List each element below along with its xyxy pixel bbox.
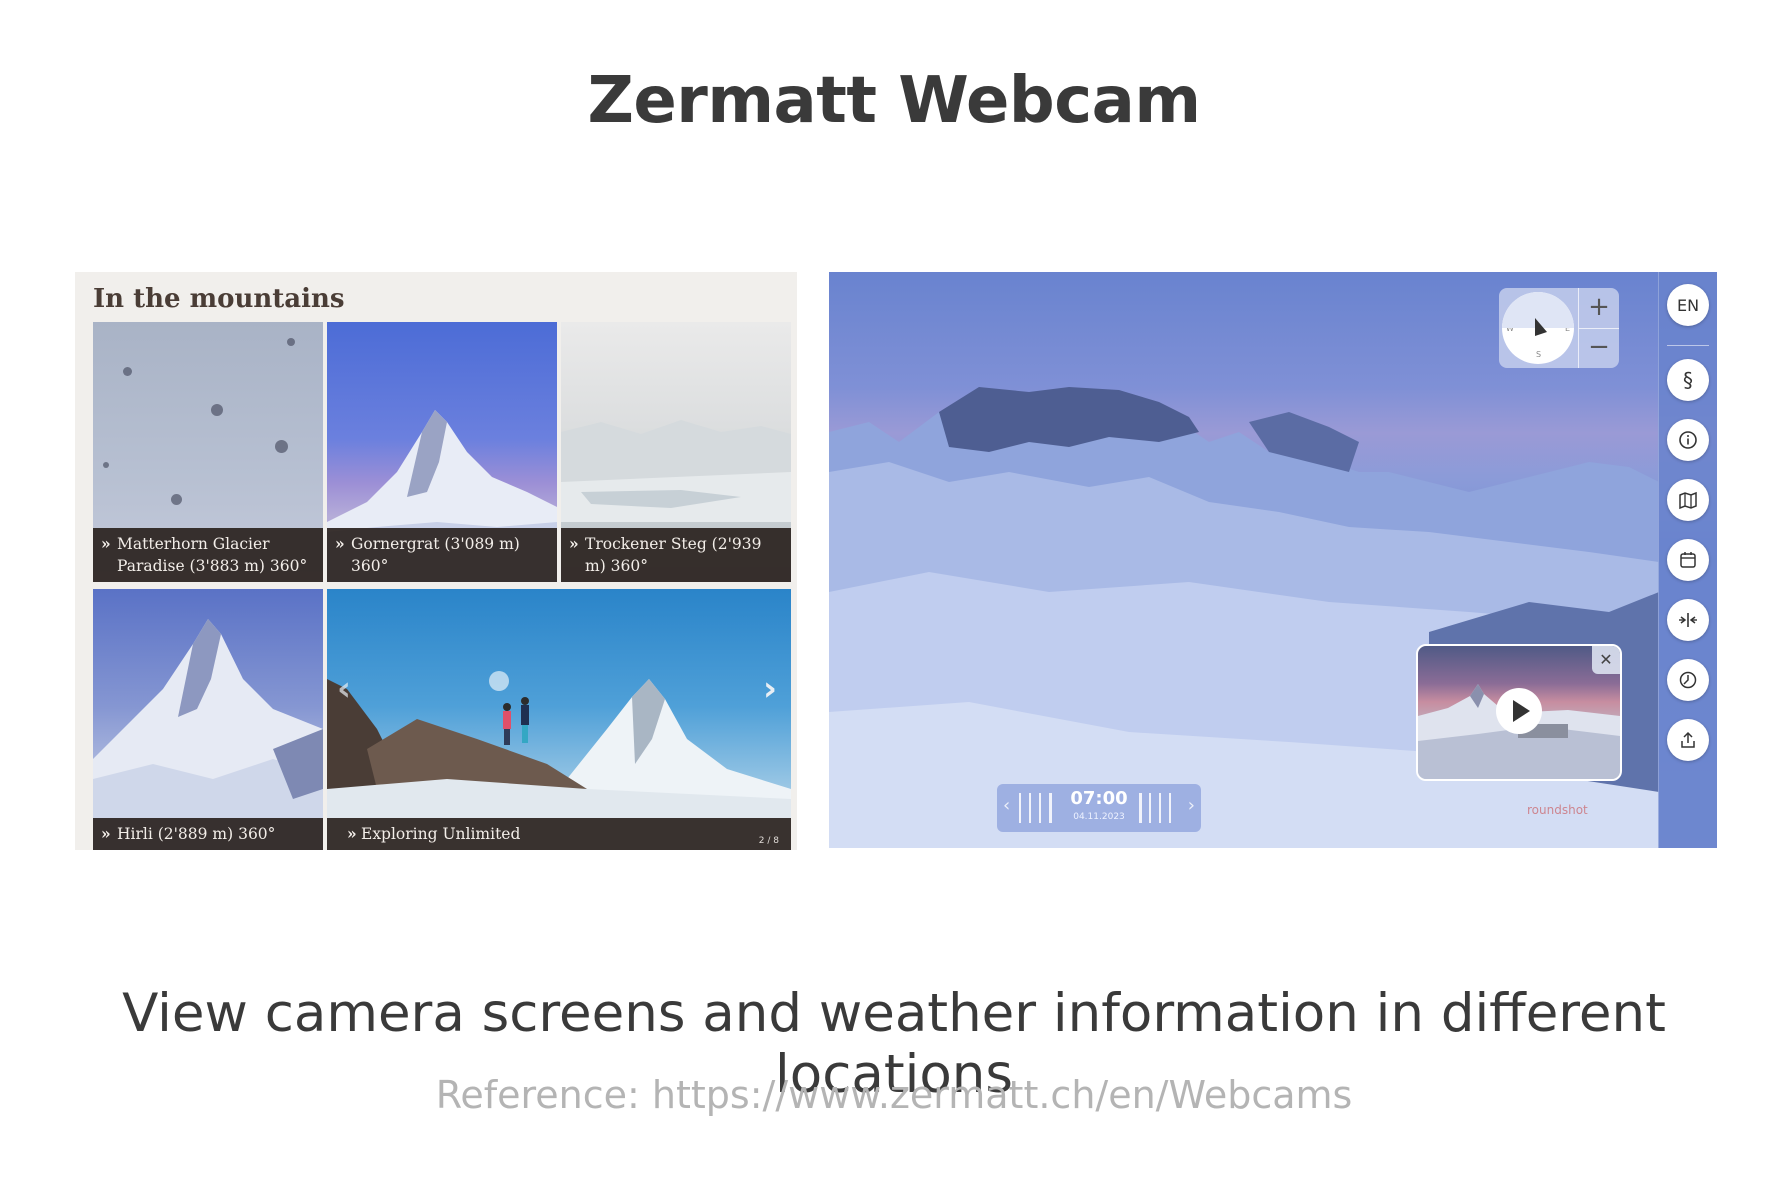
language-button[interactable]: EN [1667, 284, 1709, 326]
close-icon[interactable]: ✕ [1592, 646, 1620, 674]
page-title: Zermatt Webcam [587, 64, 1201, 138]
zoom-out-button[interactable]: − [1579, 328, 1619, 368]
compass-needle-icon [1502, 292, 1574, 336]
chevron-right-icon: » [335, 534, 345, 553]
tile-caption: » Matterhorn Glacier Paradise (3'883 m) … [93, 528, 323, 582]
promo-tile-exploring-unlimited[interactable]: ‹ › » Exploring Unlimited 2 / 8 [327, 589, 791, 850]
play-button[interactable] [1496, 688, 1542, 734]
viewer-sidebar: EN § [1658, 272, 1717, 848]
tile-caption: » Exploring Unlimited [327, 818, 791, 850]
compare-icon[interactable] [1667, 599, 1709, 641]
carousel-page-indicator: 2 / 8 [758, 836, 779, 846]
webcam-tile-trockener-steg[interactable]: » Trockener Steg (2'939 m) 360° [561, 322, 791, 582]
hikers-image [327, 671, 791, 850]
chevron-right-icon: » [347, 824, 357, 843]
tile-label: Trockener Steg (2'939 m) 360° [585, 535, 762, 575]
webcam-gallery-panel: In the mountains » Matterhorn Glacier Pa… [75, 272, 797, 850]
paragraph-icon[interactable]: § [1667, 359, 1709, 401]
calendar-icon[interactable] [1667, 539, 1709, 581]
info-icon[interactable] [1667, 419, 1709, 461]
map-icon[interactable] [1667, 479, 1709, 521]
tile-caption: » Hirli (2'889 m) 360° [93, 818, 323, 850]
brand-watermark: roundshot [1527, 803, 1588, 817]
share-icon[interactable] [1667, 719, 1709, 761]
time-slider[interactable]: ‹ 07:00 04.11.2023 › [997, 784, 1201, 832]
panorama-viewer[interactable]: N E S W + − ‹ 07:00 04.11.2023 [829, 272, 1717, 848]
tile-caption: » Trockener Steg (2'939 m) 360° [561, 528, 791, 582]
tile-label: Hirli (2'889 m) 360° [117, 825, 276, 843]
zoom-in-button[interactable]: + [1579, 288, 1619, 328]
tile-label: Exploring Unlimited [361, 825, 521, 843]
matterhorn-image [93, 619, 323, 850]
tile-label: Gornergrat (3'089 m) 360° [351, 535, 520, 575]
compass-zoom-control: N E S W + − [1499, 288, 1619, 368]
webcam-tile-hirli[interactable]: » Hirli (2'889 m) 360° [93, 589, 323, 850]
timelapse-preview[interactable]: ✕ [1416, 644, 1622, 781]
chevron-right-icon: » [101, 824, 111, 843]
compass-icon[interactable]: N E S W [1502, 292, 1574, 364]
webcam-tile-matterhorn-glacier-paradise[interactable]: » Matterhorn Glacier Paradise (3'883 m) … [93, 322, 323, 582]
gallery-heading: In the mountains [93, 284, 345, 314]
carousel-prev-button[interactable]: ‹ [337, 669, 351, 709]
history-icon[interactable] [1667, 659, 1709, 701]
webcam-tile-gornergrat[interactable]: » Gornergrat (3'089 m) 360° [327, 322, 557, 582]
tile-label: Matterhorn Glacier Paradise (3'883 m) 36… [117, 535, 308, 575]
carousel-next-button[interactable]: › [763, 669, 777, 709]
chevron-right-icon[interactable]: › [1188, 795, 1195, 816]
divider [1667, 345, 1709, 346]
chevron-right-icon: » [101, 534, 111, 553]
reference-link[interactable]: Reference: https://www.zermatt.ch/en/Web… [0, 1073, 1788, 1117]
time-ticks-right [1139, 793, 1179, 823]
play-icon [1513, 700, 1530, 722]
chevron-right-icon: » [569, 534, 579, 553]
tile-caption: » Gornergrat (3'089 m) 360° [327, 528, 557, 582]
